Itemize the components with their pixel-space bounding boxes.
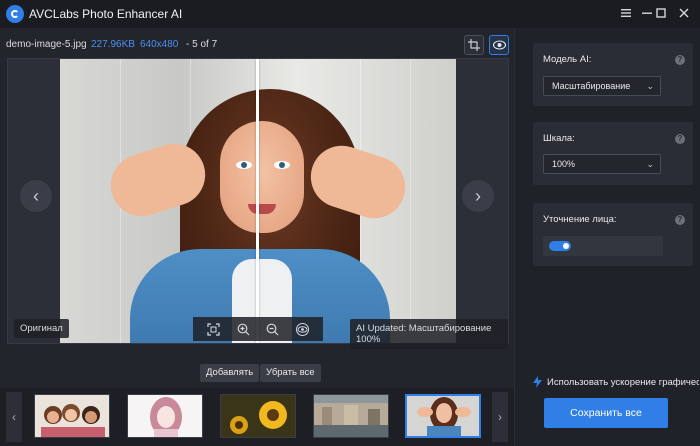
thumbnail-strip: ‹ › [0, 388, 514, 446]
thumbnail-city-canal[interactable] [313, 394, 389, 438]
preview-toggle-button[interactable] [489, 35, 509, 55]
ai-model-select[interactable]: Масштабирование ⌄ [543, 76, 661, 96]
next-image-button[interactable]: › [462, 180, 494, 212]
zoom-in-icon[interactable] [235, 321, 251, 337]
original-tag: Оригинал [14, 319, 69, 338]
menu-icon[interactable] [616, 4, 636, 24]
chevron-left-icon: ‹ [12, 410, 16, 424]
file-info-bar: demo-image-5.jpg 227.96KB 640x480 - 5 of… [0, 36, 514, 56]
workspace-panel: demo-image-5.jpg 227.96KB 640x480 - 5 of… [0, 28, 514, 446]
settings-panel: Модель AI: ? Масштабирование ⌄ Шкала: ? … [514, 28, 700, 446]
file-name: demo-image-5.jpg [6, 39, 87, 50]
chevron-left-icon: ‹ [33, 185, 39, 206]
remove-all-button[interactable]: Убрать все [260, 364, 321, 382]
crop-button[interactable] [464, 35, 484, 55]
face-refine-card: Уточнение лица: ? [533, 203, 693, 266]
compare-divider[interactable] [256, 59, 259, 343]
action-row: Добавлять Убрать все [0, 364, 514, 384]
thumbnails-prev-button[interactable]: ‹ [6, 392, 22, 442]
maximize-icon[interactable] [651, 4, 671, 24]
ai-status-tag: AI Updated: Масштабирование 100% [350, 319, 508, 349]
lightning-icon [533, 376, 542, 390]
ai-model-value: Масштабирование [552, 81, 631, 91]
add-button[interactable]: Добавлять [200, 364, 260, 382]
chevron-right-icon: › [498, 410, 502, 424]
chevron-right-icon: › [475, 185, 481, 206]
scale-card: Шкала: ? 100% ⌄ [533, 122, 693, 185]
help-icon[interactable]: ? [675, 55, 685, 65]
file-position: - 5 of 7 [186, 39, 218, 50]
face-refine-toggle-row [543, 236, 663, 256]
ai-model-card: Модель AI: ? Масштабирование ⌄ [533, 43, 693, 106]
gpu-acceleration-label: Использовать ускорение графичес... [547, 377, 699, 388]
fit-screen-icon[interactable] [206, 321, 222, 337]
zoom-out-icon[interactable] [265, 321, 281, 337]
title-bar: AVCLabs Photo Enhancer AI [0, 0, 700, 28]
previous-image-button[interactable]: ‹ [20, 180, 52, 212]
save-all-button[interactable]: Сохранить все [544, 398, 668, 428]
chevron-down-icon: ⌄ [646, 159, 654, 169]
app-logo-icon [6, 5, 24, 23]
app-title: AVCLabs Photo Enhancer AI [29, 7, 183, 21]
thumbnail-anime-girl[interactable] [127, 394, 203, 438]
ai-model-label: Модель AI: [543, 54, 592, 65]
scale-select[interactable]: 100% ⌄ [543, 154, 661, 174]
face-refine-label: Уточнение лица: [543, 214, 617, 225]
thumbnail-group-photo[interactable] [34, 394, 110, 438]
gpu-acceleration-option[interactable]: Использовать ускорение графичес... [533, 376, 699, 390]
scale-value: 100% [552, 159, 576, 169]
compare-eye-icon[interactable] [294, 321, 310, 337]
crop-icon [468, 39, 480, 51]
thumbnails-next-button[interactable]: › [492, 392, 508, 442]
scale-label: Шкала: [543, 133, 575, 144]
face-refine-toggle[interactable] [549, 241, 571, 251]
zoom-toolbar [193, 317, 323, 341]
file-size: 227.96KB [91, 39, 135, 50]
close-icon[interactable] [674, 4, 694, 24]
chevron-down-icon: ⌄ [646, 81, 654, 91]
app-window: AVCLabs Photo Enhancer AI demo-image-5.j… [0, 0, 700, 446]
thumbnail-woman-peace-sign[interactable] [405, 394, 481, 438]
help-icon[interactable]: ? [675, 134, 685, 144]
file-dimensions: 640x480 [140, 39, 179, 50]
image-viewer: ‹ › Оригинал AI Updated: Масштабирование… [7, 58, 509, 349]
eye-icon [492, 40, 506, 50]
preview-image [60, 59, 456, 343]
help-icon[interactable]: ? [675, 215, 685, 225]
thumbnail-sunflowers[interactable] [220, 394, 296, 438]
